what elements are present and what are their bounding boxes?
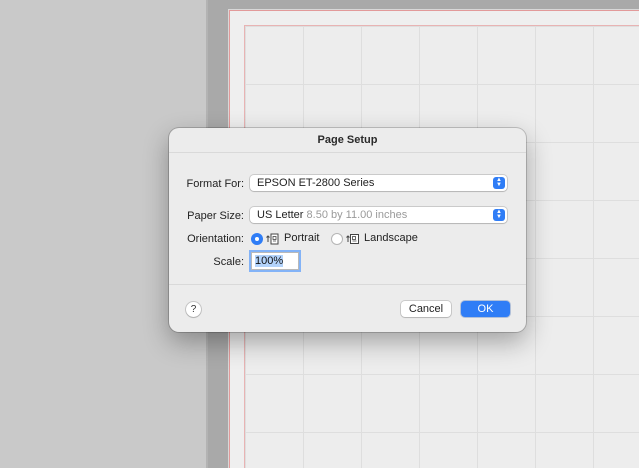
landscape-radio[interactable] <box>331 233 343 245</box>
landscape-label[interactable]: Landscape <box>364 232 418 244</box>
dialog-title: Page Setup <box>317 134 378 146</box>
help-button[interactable]: ? <box>186 302 201 317</box>
paper-size-label: Paper Size: <box>187 210 244 222</box>
portrait-orientation-icon <box>266 233 279 245</box>
scale-field[interactable]: 100% <box>251 252 299 270</box>
button-separator <box>169 284 526 285</box>
paper-size-detail: 8.50 by 11.00 inches <box>306 209 408 221</box>
landscape-orientation-icon <box>346 234 359 244</box>
ok-button[interactable]: OK <box>461 301 510 317</box>
chevron-updown-icon: ▲ ▼ <box>493 209 505 221</box>
format-for-popup[interactable]: EPSON ET-2800 Series ▲ ▼ <box>250 175 507 191</box>
format-for-label: Format For: <box>186 178 244 190</box>
chevron-updown-icon: ▲ ▼ <box>493 177 505 189</box>
page-setup-dialog: Page Setup Format For: EPSON ET-2800 Ser… <box>169 128 526 332</box>
scale-value: 100% <box>255 255 284 267</box>
format-for-value: EPSON ET-2800 Series <box>257 177 375 189</box>
orientation-label: Orientation: <box>187 233 244 245</box>
paper-size-value: US Letter <box>257 209 307 221</box>
screen: Page Setup Format For: EPSON ET-2800 Ser… <box>0 0 639 468</box>
scale-label: Scale: <box>213 256 244 268</box>
portrait-label[interactable]: Portrait <box>284 232 319 244</box>
cancel-button[interactable]: Cancel <box>401 301 451 317</box>
portrait-radio[interactable] <box>251 233 263 245</box>
paper-size-popup[interactable]: US Letter 8.50 by 11.00 inches ▲ ▼ <box>250 207 507 223</box>
title-separator <box>169 152 526 153</box>
